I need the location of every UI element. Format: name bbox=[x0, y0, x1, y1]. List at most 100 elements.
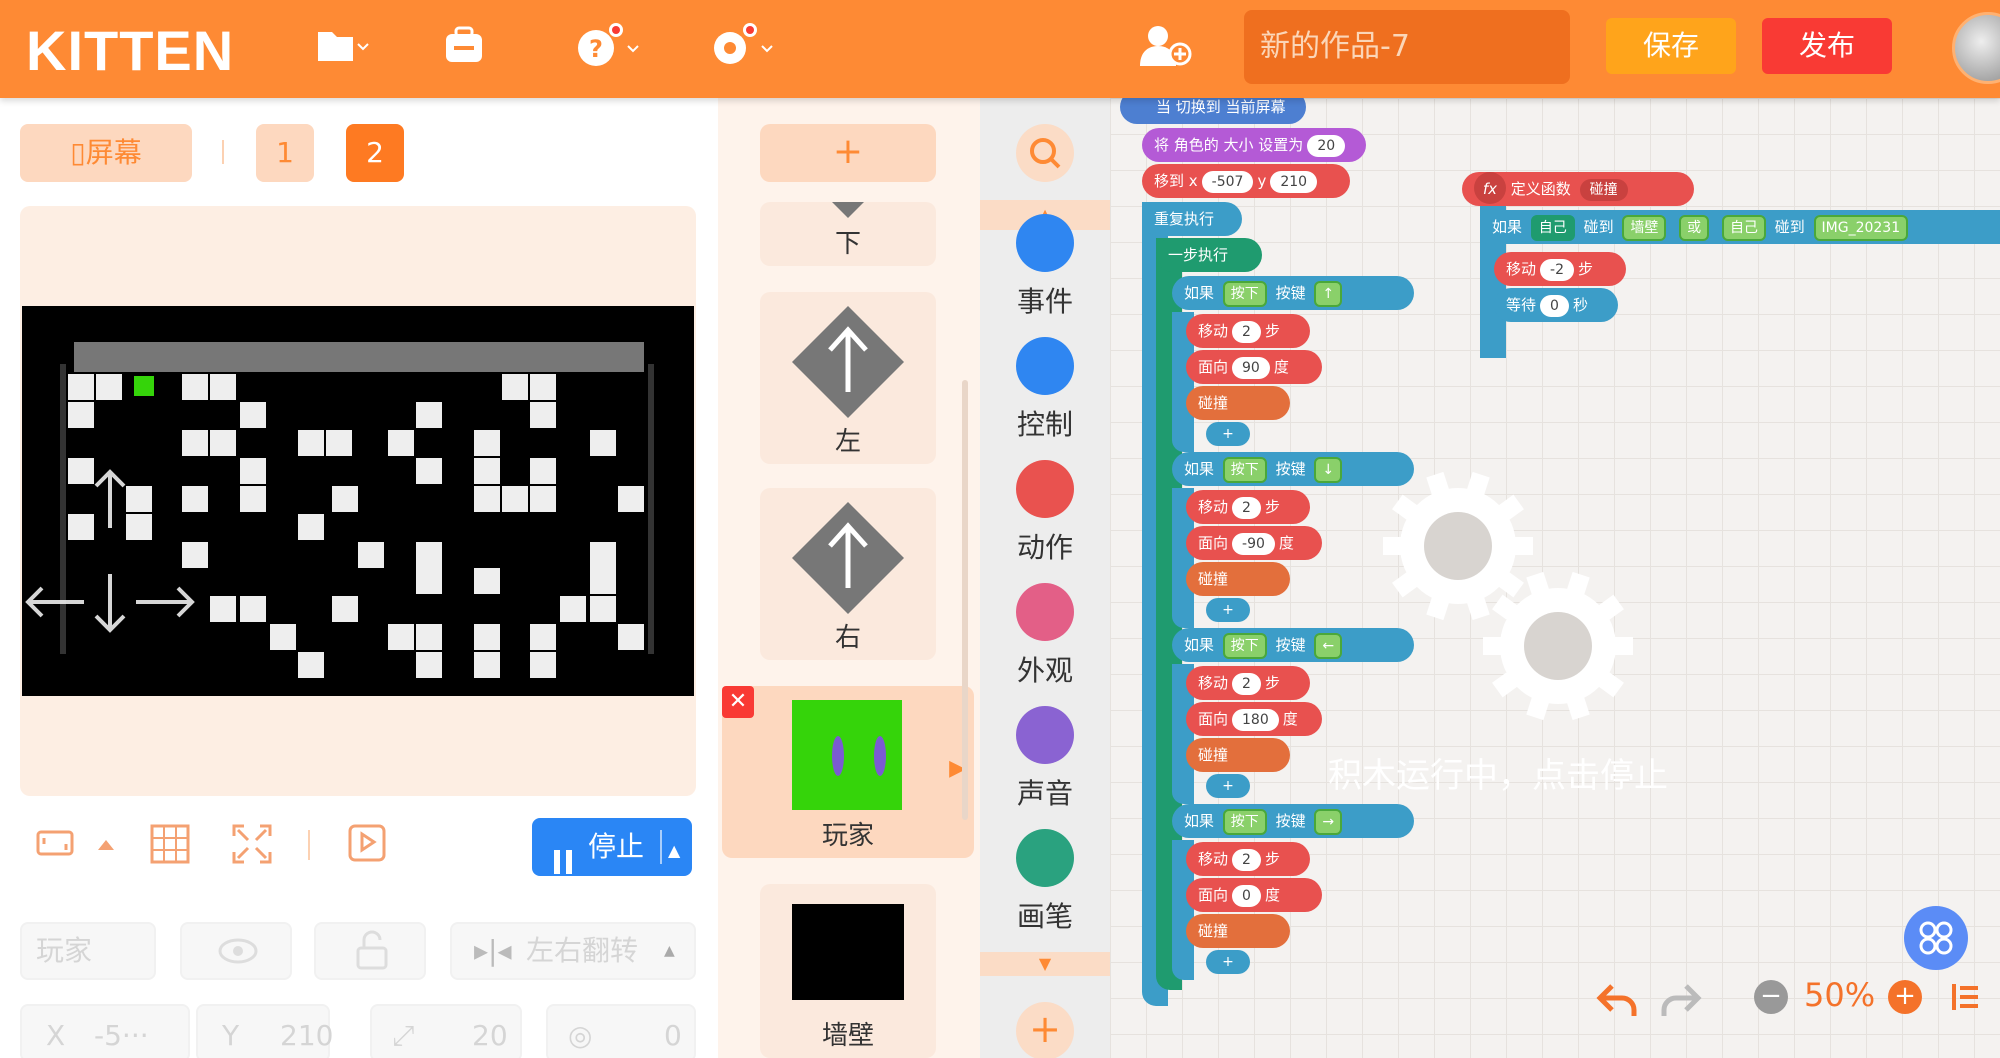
zoom-level: 50% bbox=[1804, 976, 1876, 1014]
x-coordinate-field[interactable]: X -5··· bbox=[20, 1004, 190, 1058]
stop-button[interactable]: 停止 ▲ bbox=[532, 818, 692, 876]
appearance-icon bbox=[1016, 583, 1074, 641]
sprite-card-player[interactable]: 玩家 ▶ bbox=[722, 686, 974, 858]
svg-text:?: ? bbox=[589, 35, 603, 63]
step-block[interactable]: 一步执行 bbox=[1156, 238, 1262, 272]
resize-icon: ⤢ bbox=[392, 1019, 415, 1052]
sprite-list-scrollbar[interactable] bbox=[962, 380, 968, 820]
tab-screen[interactable]: ▯屏幕 bbox=[20, 124, 192, 182]
zoom-in-button[interactable]: + bbox=[1888, 980, 1922, 1014]
add-block-button[interactable]: + bbox=[1206, 598, 1250, 622]
category-control[interactable]: 控制 bbox=[980, 337, 1110, 443]
repeat-forever-block[interactable]: 重复执行 bbox=[1142, 202, 1242, 236]
expand-up-icon[interactable] bbox=[96, 836, 116, 856]
zoom-out-button[interactable]: − bbox=[1754, 980, 1788, 1014]
search-blocks-button[interactable] bbox=[1016, 124, 1074, 182]
backpack-icon[interactable] bbox=[440, 22, 496, 72]
category-appearance[interactable]: 外观 bbox=[980, 583, 1110, 689]
face-direction-block[interactable]: 面向 90 度 bbox=[1186, 350, 1322, 384]
undo-icon[interactable] bbox=[1596, 978, 1640, 1022]
move-steps-block[interactable]: 移动 2 步 bbox=[1186, 490, 1310, 524]
y-coordinate-field[interactable]: Y 210 bbox=[196, 1004, 333, 1058]
set-size-block[interactable]: 将 角色的 大小 设置为 20 bbox=[1142, 128, 1366, 162]
fullscreen-icon[interactable] bbox=[230, 822, 274, 870]
gear-tooth bbox=[1483, 637, 1501, 655]
preview-play-icon[interactable] bbox=[346, 822, 390, 870]
collide-function-block[interactable]: 碰撞 bbox=[1186, 914, 1290, 948]
gear-tooth bbox=[1515, 537, 1533, 555]
move-steps-block[interactable]: 移动 2 步 bbox=[1186, 842, 1310, 876]
wait-block[interactable]: 等待 0 秒 bbox=[1494, 288, 1618, 322]
wall-thumbnail bbox=[792, 904, 904, 1000]
hat-block[interactable]: 当 切换到 当前屏幕 bbox=[1120, 98, 1306, 124]
screen-icon: ▯ bbox=[70, 136, 86, 169]
wall-tiles bbox=[68, 374, 644, 678]
delete-sprite-button[interactable]: ✕ bbox=[722, 686, 754, 718]
function-move-block[interactable]: 移动 -2 步 bbox=[1494, 252, 1626, 286]
face-direction-block[interactable]: 面向 0 度 bbox=[1186, 878, 1322, 912]
screen-size-icon[interactable] bbox=[34, 822, 78, 866]
sprite-card-down[interactable]: 下 bbox=[760, 202, 936, 266]
pen-icon bbox=[1016, 829, 1074, 887]
collide-function-block[interactable]: 碰撞 bbox=[1186, 738, 1290, 772]
redo-icon[interactable] bbox=[1658, 978, 1702, 1022]
size-field[interactable]: ⤢ 20 bbox=[370, 1004, 522, 1058]
help-icon[interactable]: ? bbox=[574, 22, 639, 72]
category-pen[interactable]: 画笔 bbox=[980, 829, 1110, 935]
scroll-down-button[interactable]: ▼ bbox=[980, 952, 1110, 976]
function-if-block[interactable]: 如果 自己 碰到 墙壁 或 自己 碰到 IMG_20231 bbox=[1480, 210, 2000, 244]
user-avatar[interactable] bbox=[1952, 12, 2000, 84]
app-logo: KITTEN bbox=[26, 19, 235, 82]
dpad-arrows[interactable] bbox=[25, 469, 195, 633]
caret-up-icon[interactable]: ▲ bbox=[668, 822, 680, 880]
face-direction-block[interactable]: 面向 180 度 bbox=[1186, 702, 1322, 736]
sprite-card-right[interactable]: 右 bbox=[760, 488, 936, 660]
sprite-card-wall[interactable]: 墙壁 bbox=[760, 884, 936, 1058]
list-icon[interactable] bbox=[1950, 980, 1980, 1014]
define-function-block[interactable]: fx 定义函数 碰撞 bbox=[1462, 172, 1694, 206]
category-event[interactable]: 事件 bbox=[980, 214, 1110, 320]
add-sprite-button[interactable]: + bbox=[760, 124, 936, 182]
rotation-field[interactable]: ◎ 0 bbox=[546, 1004, 696, 1058]
collide-function-block[interactable]: 碰撞 bbox=[1186, 562, 1290, 596]
add-collaborator-icon[interactable] bbox=[1136, 22, 1192, 72]
save-button[interactable]: 保存 bbox=[1606, 18, 1736, 74]
flip-select[interactable]: ▸|◂ 左右翻转 ▲ bbox=[450, 922, 696, 980]
tab-screen-2[interactable]: 2 bbox=[346, 124, 404, 182]
add-block-button[interactable]: + bbox=[1206, 774, 1250, 798]
eye-icon bbox=[218, 938, 258, 964]
collide-function-block[interactable]: 碰撞 bbox=[1186, 386, 1290, 420]
sprite-name-field[interactable]: 玩家 bbox=[20, 922, 156, 980]
stage-canvas bbox=[25, 342, 654, 678]
flip-icon: ▸|◂ bbox=[474, 934, 512, 967]
category-sound[interactable]: 声音 bbox=[980, 706, 1110, 812]
project-name-input[interactable]: 新的作品-7 bbox=[1244, 10, 1570, 84]
game-stage[interactable] bbox=[22, 306, 694, 696]
publish-button[interactable]: 发布 bbox=[1762, 18, 1892, 74]
category-action[interactable]: 动作 bbox=[980, 460, 1110, 566]
move-steps-block[interactable]: 移动 2 步 bbox=[1186, 666, 1310, 700]
sound-icon bbox=[1016, 706, 1074, 764]
close-icon: ✕ bbox=[728, 689, 748, 714]
settings-gear-icon[interactable] bbox=[706, 22, 773, 72]
visibility-toggle[interactable] bbox=[180, 922, 292, 980]
move-to-block[interactable]: 移到 x -507 y 210 bbox=[1142, 164, 1350, 198]
if-key-block[interactable]: 如果 按下 按键 ↑ bbox=[1172, 276, 1414, 310]
tab-screen-1[interactable]: 1 bbox=[256, 124, 314, 182]
block-palette-fab[interactable] bbox=[1904, 906, 1968, 970]
add-block-button[interactable]: + bbox=[1206, 950, 1250, 974]
folder-icon[interactable] bbox=[314, 22, 370, 72]
add-extension-button[interactable]: + bbox=[1016, 1002, 1074, 1058]
face-direction-block[interactable]: 面向 -90 度 bbox=[1186, 526, 1322, 560]
top-bar: KITTEN ? 新的作品-7 保存 发布 bbox=[0, 0, 2000, 98]
gear-tooth bbox=[1383, 537, 1401, 555]
add-block-button[interactable]: + bbox=[1206, 422, 1250, 446]
grid-icon[interactable] bbox=[148, 822, 192, 870]
lock-toggle[interactable] bbox=[314, 922, 426, 980]
arrow-diamond-icon bbox=[792, 502, 904, 614]
move-steps-block[interactable]: 移动 2 步 bbox=[1186, 314, 1310, 348]
code-workspace[interactable]: 当 切换到 当前屏幕 将 角色的 大小 设置为 20 移到 x -507 y 210 重… bbox=[1110, 98, 2000, 1058]
sprite-card-left[interactable]: 左 bbox=[760, 292, 936, 464]
control-icon bbox=[1016, 337, 1074, 395]
running-overlay-text[interactable]: 积木运行中，点击停止 bbox=[1328, 748, 1668, 797]
